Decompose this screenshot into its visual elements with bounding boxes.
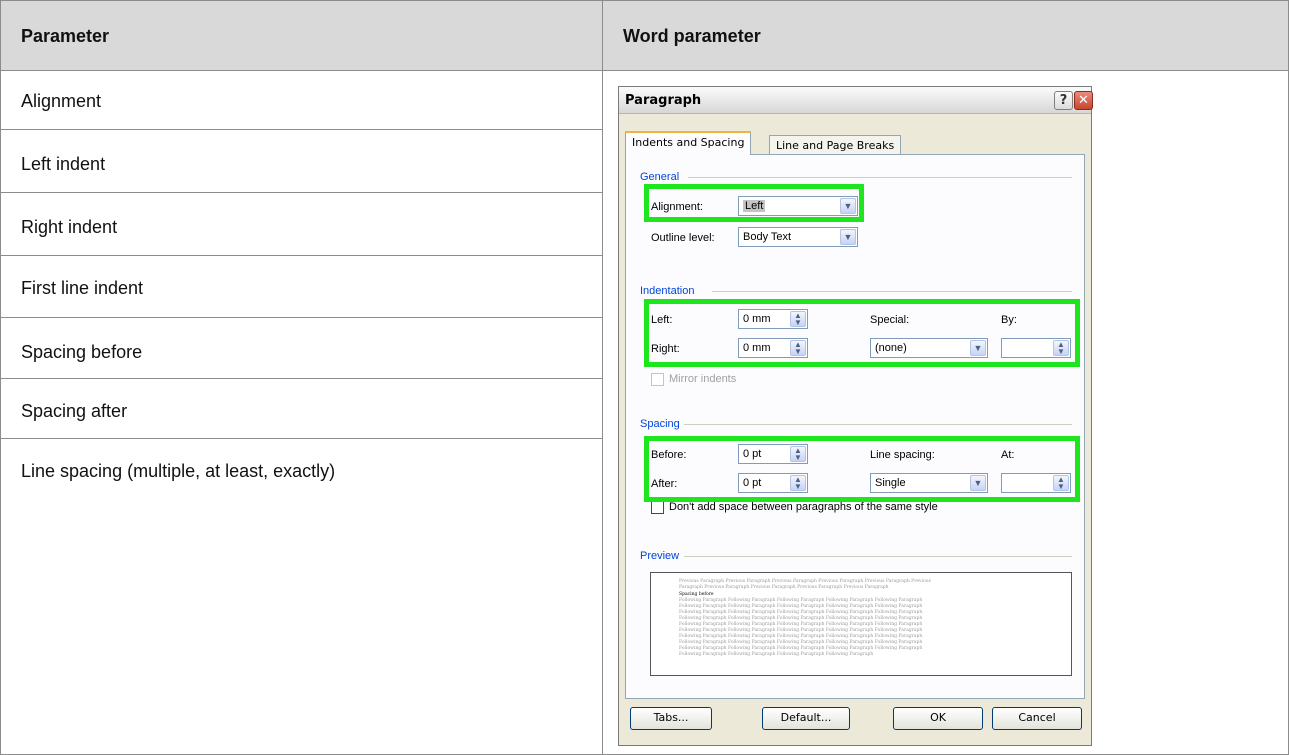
tab-indents-and-spacing[interactable]: Indents and Spacing <box>625 131 752 155</box>
table-header-word-parameter: Word parameter <box>603 1 1288 71</box>
preview-line: Previous Paragraph Previous Paragraph Pr… <box>679 579 931 584</box>
dont-add-space-label: Don't add space between paragraphs of th… <box>669 501 938 513</box>
preview-line: Paragraph Previous Paragraph Previous Pa… <box>679 585 889 590</box>
preview-line: Following Paragraph Following Paragraph … <box>679 598 923 603</box>
tabs-button[interactable]: Tabs... <box>630 707 712 730</box>
dialog-title: Paragraph <box>625 93 702 108</box>
section-divider <box>684 556 1072 557</box>
table-row: Spacing after <box>1 379 602 439</box>
button-label: Default... <box>780 711 832 724</box>
tab-line-and-page-breaks[interactable]: Line and Page Breaks <box>769 135 902 155</box>
cancel-button[interactable]: Cancel <box>992 707 1082 730</box>
chevron-down-icon[interactable]: ▼ <box>840 229 856 245</box>
dont-add-space-checkbox[interactable] <box>651 501 664 514</box>
section-heading-spacing: Spacing <box>640 418 680 430</box>
help-button[interactable]: ? <box>1054 91 1073 110</box>
section-heading-indentation: Indentation <box>640 285 695 297</box>
preview-line: Following Paragraph Following Paragraph … <box>679 646 923 651</box>
help-icon: ? <box>1059 93 1068 108</box>
button-label: OK <box>930 711 946 724</box>
preview-line: Following Paragraph Following Paragraph … <box>679 616 923 621</box>
button-label: Cancel <box>1018 711 1056 724</box>
preview-line: Following Paragraph Following Paragraph … <box>679 622 923 627</box>
row-label: Left indent <box>21 154 106 174</box>
outline-level-value: Body Text <box>743 231 792 243</box>
section-divider <box>688 177 1072 178</box>
preview-line: Following Paragraph Following Paragraph … <box>679 634 923 639</box>
section-heading-preview: Preview <box>640 550 680 562</box>
row-label: Spacing before <box>21 342 143 362</box>
preview-line: Following Paragraph Following Paragraph … <box>679 640 923 645</box>
mirror-indents-label: Mirror indents <box>669 373 737 385</box>
preview-line: Following Paragraph Following Paragraph … <box>679 610 923 615</box>
table-row: Right indent <box>1 193 602 256</box>
preview-line-current: Spacing before <box>679 592 714 597</box>
ok-button[interactable]: OK <box>893 707 983 730</box>
tab-label: Indents and Spacing <box>632 136 745 149</box>
outline-level-select[interactable]: Body Text ▼ <box>738 227 858 247</box>
highlight-spacing <box>644 436 1080 502</box>
highlight-indentation <box>644 299 1080 367</box>
row-label: Alignment <box>21 91 102 111</box>
button-label: Tabs... <box>653 711 689 724</box>
row-label: Right indent <box>21 217 118 237</box>
default-button[interactable]: Default... <box>762 707 850 730</box>
close-icon: ✕ <box>1078 93 1089 108</box>
table-row: First line indent <box>1 256 602 318</box>
row-label: Spacing after <box>21 401 128 421</box>
highlight-alignment <box>644 184 864 222</box>
header-label: Parameter <box>21 26 110 46</box>
section-heading-general: General <box>640 171 680 183</box>
outline-level-label: Outline level: <box>651 232 715 244</box>
section-divider <box>684 424 1072 425</box>
section-divider <box>712 291 1072 292</box>
table-row: Line spacing (multiple, at least, exactl… <box>1 439 602 753</box>
close-button[interactable]: ✕ <box>1074 91 1093 110</box>
dialog-titlebar: Paragraph ? ✕ <box>619 87 1093 114</box>
preview-line: Following Paragraph Following Paragraph … <box>679 652 874 657</box>
table-row: Left indent <box>1 130 602 193</box>
row-label: First line indent <box>21 278 144 298</box>
mirror-indents-checkbox[interactable] <box>651 373 664 386</box>
row-label: Line spacing (multiple, at least, exactl… <box>21 461 336 481</box>
table-header-parameter: Parameter <box>1 1 602 71</box>
table-row: Spacing before <box>1 318 602 379</box>
preview-line: Following Paragraph Following Paragraph … <box>679 628 923 633</box>
header-label: Word parameter <box>623 26 761 46</box>
preview-pane: Previous Paragraph Previous Paragraph Pr… <box>650 572 1072 676</box>
column-divider <box>602 1 603 754</box>
table-row: Alignment <box>1 71 602 130</box>
preview-line: Following Paragraph Following Paragraph … <box>679 604 923 609</box>
tab-label: Line and Page Breaks <box>776 139 895 152</box>
